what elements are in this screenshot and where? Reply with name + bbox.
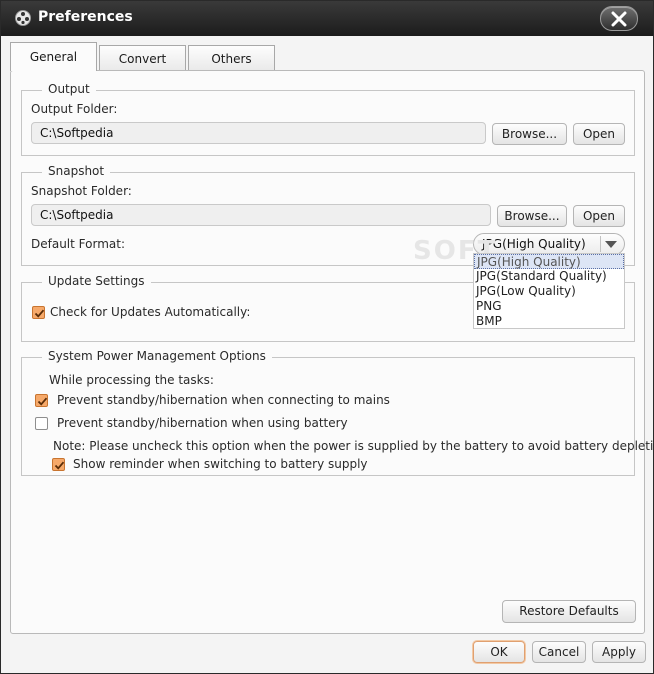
power-management-legend: System Power Management Options bbox=[42, 349, 272, 363]
output-legend: Output bbox=[42, 82, 96, 96]
default-format-label: Default Format: bbox=[31, 237, 125, 251]
snapshot-browse-button[interactable]: Browse... bbox=[497, 205, 567, 227]
checkmark-icon bbox=[37, 397, 48, 406]
close-button[interactable] bbox=[600, 6, 638, 31]
close-icon bbox=[611, 11, 627, 27]
checkmark-icon bbox=[54, 461, 65, 470]
window-title: Preferences bbox=[38, 9, 133, 25]
tab-others[interactable]: Others bbox=[188, 45, 275, 71]
checkmark-icon bbox=[34, 309, 45, 318]
snapshot-folder-field[interactable]: C:\Softpedia bbox=[31, 204, 491, 226]
tab-general[interactable]: General bbox=[10, 42, 97, 71]
power-intro-text: While processing the tasks: bbox=[49, 373, 214, 387]
default-format-value: JPG(High Quality) bbox=[482, 237, 586, 251]
auto-update-checkbox[interactable] bbox=[32, 306, 45, 319]
apply-button[interactable]: Apply bbox=[592, 641, 646, 663]
snapshot-legend: Snapshot bbox=[42, 164, 111, 178]
prevent-battery-checkbox[interactable] bbox=[35, 417, 48, 430]
output-browse-button[interactable]: Browse... bbox=[492, 123, 567, 145]
format-option-jpg-standard[interactable]: JPG(Standard Quality) bbox=[474, 269, 624, 284]
tab-label: General bbox=[29, 50, 78, 64]
prevent-mains-checkbox[interactable] bbox=[35, 394, 48, 407]
prevent-mains-label: Prevent standby/hibernation when connect… bbox=[57, 393, 390, 407]
preferences-window: Preferences General Convert Others SOFT … bbox=[0, 0, 654, 674]
output-open-button[interactable]: Open bbox=[573, 123, 625, 145]
output-folder-label: Output Folder: bbox=[31, 102, 118, 116]
snapshot-open-button[interactable]: Open bbox=[573, 205, 625, 227]
restore-defaults-button[interactable]: Restore Defaults bbox=[502, 600, 636, 623]
cancel-button[interactable]: Cancel bbox=[532, 641, 586, 663]
ok-button[interactable]: OK bbox=[473, 641, 525, 663]
tab-convert[interactable]: Convert bbox=[99, 45, 186, 71]
format-option-jpg-low[interactable]: JPG(Low Quality) bbox=[474, 284, 624, 299]
output-folder-field[interactable]: C:\Softpedia bbox=[31, 122, 486, 144]
update-settings-legend: Update Settings bbox=[42, 274, 151, 288]
snapshot-folder-label: Snapshot Folder: bbox=[31, 184, 132, 198]
battery-reminder-label: Show reminder when switching to battery … bbox=[73, 457, 368, 471]
title-bar[interactable]: Preferences bbox=[1, 1, 653, 36]
dropdown-arrow-icon bbox=[605, 241, 617, 248]
tab-label: Convert bbox=[118, 52, 167, 66]
auto-update-label: Check for Updates Automatically: bbox=[50, 305, 251, 319]
battery-note-text: Note: Please uncheck this option when th… bbox=[53, 439, 654, 453]
format-option-png[interactable]: PNG bbox=[474, 299, 624, 314]
select-divider bbox=[600, 236, 601, 252]
format-option-bmp[interactable]: BMP bbox=[474, 314, 624, 329]
prevent-battery-label: Prevent standby/hibernation when using b… bbox=[57, 416, 348, 430]
tab-label: Others bbox=[211, 52, 252, 66]
battery-reminder-checkbox[interactable] bbox=[52, 458, 65, 471]
film-reel-icon bbox=[15, 10, 31, 26]
format-option-jpg-high[interactable]: JPG(High Quality) bbox=[474, 254, 624, 269]
format-dropdown-list: JPG(High Quality) JPG(Standard Quality) … bbox=[473, 253, 625, 329]
